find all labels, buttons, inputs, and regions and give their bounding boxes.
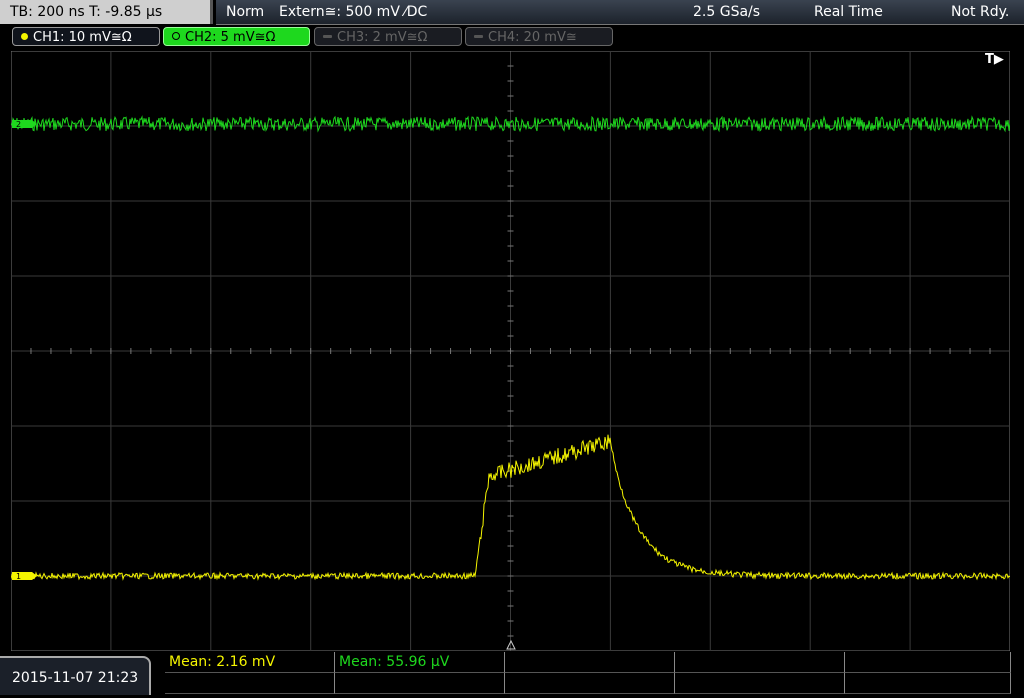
ch1-mean-readout[interactable]: Mean: 2.16 mV [165, 652, 335, 673]
ch3-indicator-icon [323, 35, 332, 38]
measurement-slot-6[interactable] [165, 673, 335, 694]
measurement-slot-5[interactable] [845, 652, 1011, 673]
measurement-slot-10[interactable] [845, 673, 1011, 694]
acquisition-state: Not Rdy. [951, 4, 1010, 20]
measurement-slot-8[interactable] [505, 673, 675, 694]
status-bar: Norm Extern≅: 500 mV ⁄DC 2.5 GSa/s Real … [216, 0, 1024, 25]
datetime-display: 2015-11-07 21:23 [0, 656, 151, 695]
timebase-readout[interactable]: TB: 200 ns T: -9.85 µs [0, 0, 213, 24]
sample-rate: 2.5 GSa/s [693, 4, 761, 20]
tab-ch4[interactable]: CH4: 20 mV≅ [465, 27, 613, 46]
trigger-mode[interactable]: Norm [226, 0, 264, 24]
ch2-indicator-icon [172, 32, 180, 40]
trigger-level-icon[interactable]: T▶ [985, 52, 1004, 67]
measurement-slot-7[interactable] [335, 673, 505, 694]
tab-ch1[interactable]: CH1: 10 mV≅Ω [12, 27, 160, 46]
measurement-slot-3[interactable] [505, 652, 675, 673]
ch2-label: CH2: 5 mV≅Ω [185, 30, 276, 45]
svg-text:2: 2 [16, 120, 21, 129]
ch1-label: CH1: 10 mV≅Ω [33, 30, 132, 45]
waveform-display[interactable]: 2 1 [11, 51, 1010, 651]
svg-text:1: 1 [16, 572, 21, 581]
acquisition-mode[interactable]: Real Time [814, 0, 883, 24]
trigger-source[interactable]: Extern≅: 500 mV ⁄DC [279, 0, 427, 24]
ch1-indicator-icon [21, 33, 28, 40]
ch4-label: CH4: 20 mV≅ [488, 30, 577, 45]
measurement-slot-4[interactable] [675, 652, 845, 673]
measurement-panel: Mean: 2.16 mV Mean: 55.96 µV [165, 652, 1011, 695]
ch2-mean-readout[interactable]: Mean: 55.96 µV [335, 652, 505, 673]
ch4-indicator-icon [474, 35, 483, 38]
measurement-slot-9[interactable] [675, 673, 845, 694]
tab-ch3[interactable]: CH3: 2 mV≅Ω [314, 27, 462, 46]
tab-ch2[interactable]: CH2: 5 mV≅Ω [163, 27, 310, 46]
ch3-label: CH3: 2 mV≅Ω [337, 30, 428, 45]
